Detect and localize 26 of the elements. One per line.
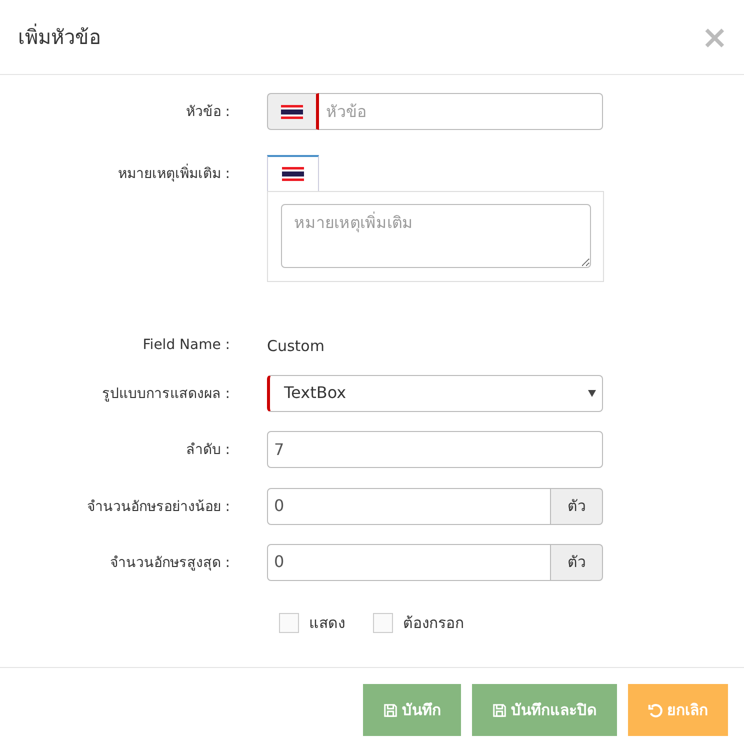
count-field[interactable]: 0 [267,488,551,524]
field-label: ลำดับ : [186,442,230,458]
checkbox[interactable] [279,612,299,633]
remark-field[interactable]: หมายเหตุเพิ่มเติม [281,204,591,268]
undo-icon [648,702,663,718]
field-label: หมายเหตุเพิ่มเติม : [118,166,230,182]
flag-icon [282,167,304,181]
checkbox-label: แสดง [309,612,345,634]
dialog-title: เพิ่มหัวข้อ [18,22,101,51]
flag-icon [281,104,303,118]
checkbox[interactable] [373,612,393,633]
field-value: Custom [267,336,324,357]
display-select[interactable]: TextBox [267,374,603,412]
title-field[interactable]: หัวข้อ [319,93,603,130]
order-field[interactable]: 7 [267,430,603,468]
unit-addon: ตัว [551,544,603,580]
field-label: หัวข้อ : [186,104,230,120]
field-label: จำนวนอักษรอย่างน้อย : [86,498,230,514]
field-label: จำนวนอักษรสูงสุด : [110,554,230,570]
unit-addon: ตัว [551,488,603,524]
language-tab[interactable] [267,155,319,191]
field-label: Field Name : [142,337,230,353]
checkbox-label: ต้องกรอก [403,612,464,634]
field-label: รูปแบบการแสดงผล : [102,386,230,402]
dropdown-caret-icon [588,390,596,396]
count-field[interactable]: 0 [267,544,551,580]
